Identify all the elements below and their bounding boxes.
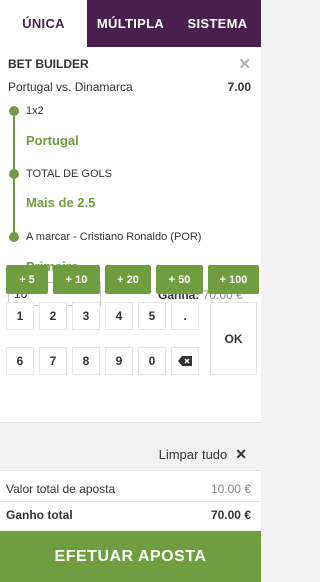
bet-type-tabs: ÚNICA MÚLTIPLA SISTEMA (0, 0, 261, 47)
timeline-dot (9, 106, 19, 116)
place-bet-button[interactable]: EFETUAR APOSTA (0, 531, 261, 582)
ok-button[interactable]: OK (210, 302, 257, 375)
tab-multipla[interactable]: MÚLTIPLA (87, 0, 174, 47)
keypad-key[interactable]: 4 (105, 302, 133, 330)
bet-summary: Valor total de aposta 10.00 € Ganho tota… (0, 470, 261, 530)
keypad-key[interactable]: 7 (39, 347, 67, 375)
quick-stake-button[interactable]: + 5 (6, 265, 48, 294)
backspace-icon (178, 356, 192, 366)
quick-stake-button[interactable]: + 20 (105, 265, 151, 294)
timeline-dot (9, 232, 19, 242)
timeline-dot (9, 169, 19, 179)
leg-market: 1x2 (26, 105, 44, 117)
total-stake-label: Valor total de aposta (6, 482, 116, 496)
bet-odds: 7.00 (227, 80, 251, 94)
bet-builder-title: BET BUILDER (8, 57, 89, 71)
keypad-key[interactable]: 1 (6, 302, 34, 330)
total-win-label: Ganho total (6, 508, 73, 522)
quick-stake-button[interactable]: + 100 (208, 265, 259, 294)
keypad-key[interactable]: 5 (138, 302, 166, 330)
clear-all-label: Limpar tudo (158, 447, 228, 462)
total-stake-value: 10.00 € (210, 482, 251, 496)
leg-market: A marcar - Cristiano Ronaldo (POR) (26, 231, 202, 243)
backspace-key[interactable] (171, 347, 199, 375)
keypad-key[interactable]: 3 (72, 302, 100, 330)
keypad-key[interactable]: 9 (105, 347, 133, 375)
keypad-key[interactable]: . (171, 302, 199, 330)
close-icon: ✕ (235, 446, 247, 462)
total-win-value: 70.00 € (210, 508, 251, 522)
leg-market: TOTAL DE GOLS (26, 168, 112, 180)
quick-stake-button[interactable]: + 50 (156, 265, 203, 294)
tab-sistema[interactable]: SISTEMA (174, 0, 261, 47)
match-name: Portugal vs. Dinamarca (8, 80, 133, 94)
clear-all-button[interactable]: Limpar tudo ✕ (159, 446, 247, 463)
leg-selection: Mais de 2.5 (26, 195, 96, 210)
keypad-key[interactable]: 0 (138, 347, 166, 375)
close-icon[interactable]: ✕ (238, 55, 251, 73)
leg-selection: Portugal (26, 133, 79, 148)
divider (0, 501, 261, 502)
tab-unica[interactable]: ÚNICA (0, 0, 87, 47)
keypad-key[interactable]: 8 (72, 347, 100, 375)
keypad-key[interactable]: 6 (6, 347, 34, 375)
keypad-key[interactable]: 2 (39, 302, 67, 330)
quick-stake-buttons: + 5 + 10 + 20 + 50 + 100 (6, 265, 259, 294)
quick-stake-button[interactable]: + 10 (53, 265, 100, 294)
